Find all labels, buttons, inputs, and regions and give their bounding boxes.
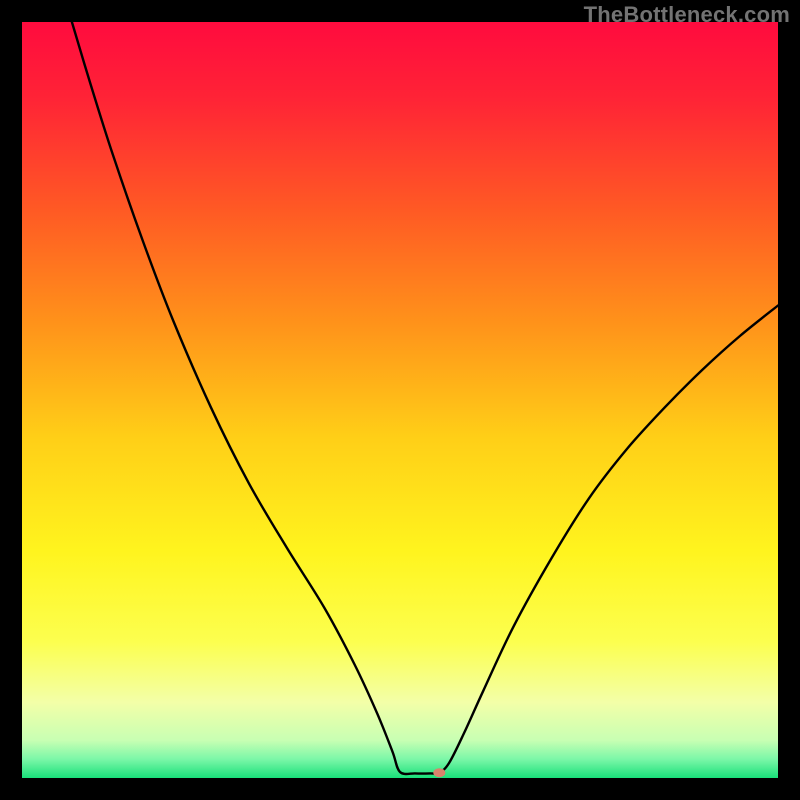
bottleneck-chart (22, 22, 778, 778)
chart-background (22, 22, 778, 778)
optimal-point-marker (433, 768, 445, 777)
chart-frame: TheBottleneck.com (0, 0, 800, 800)
